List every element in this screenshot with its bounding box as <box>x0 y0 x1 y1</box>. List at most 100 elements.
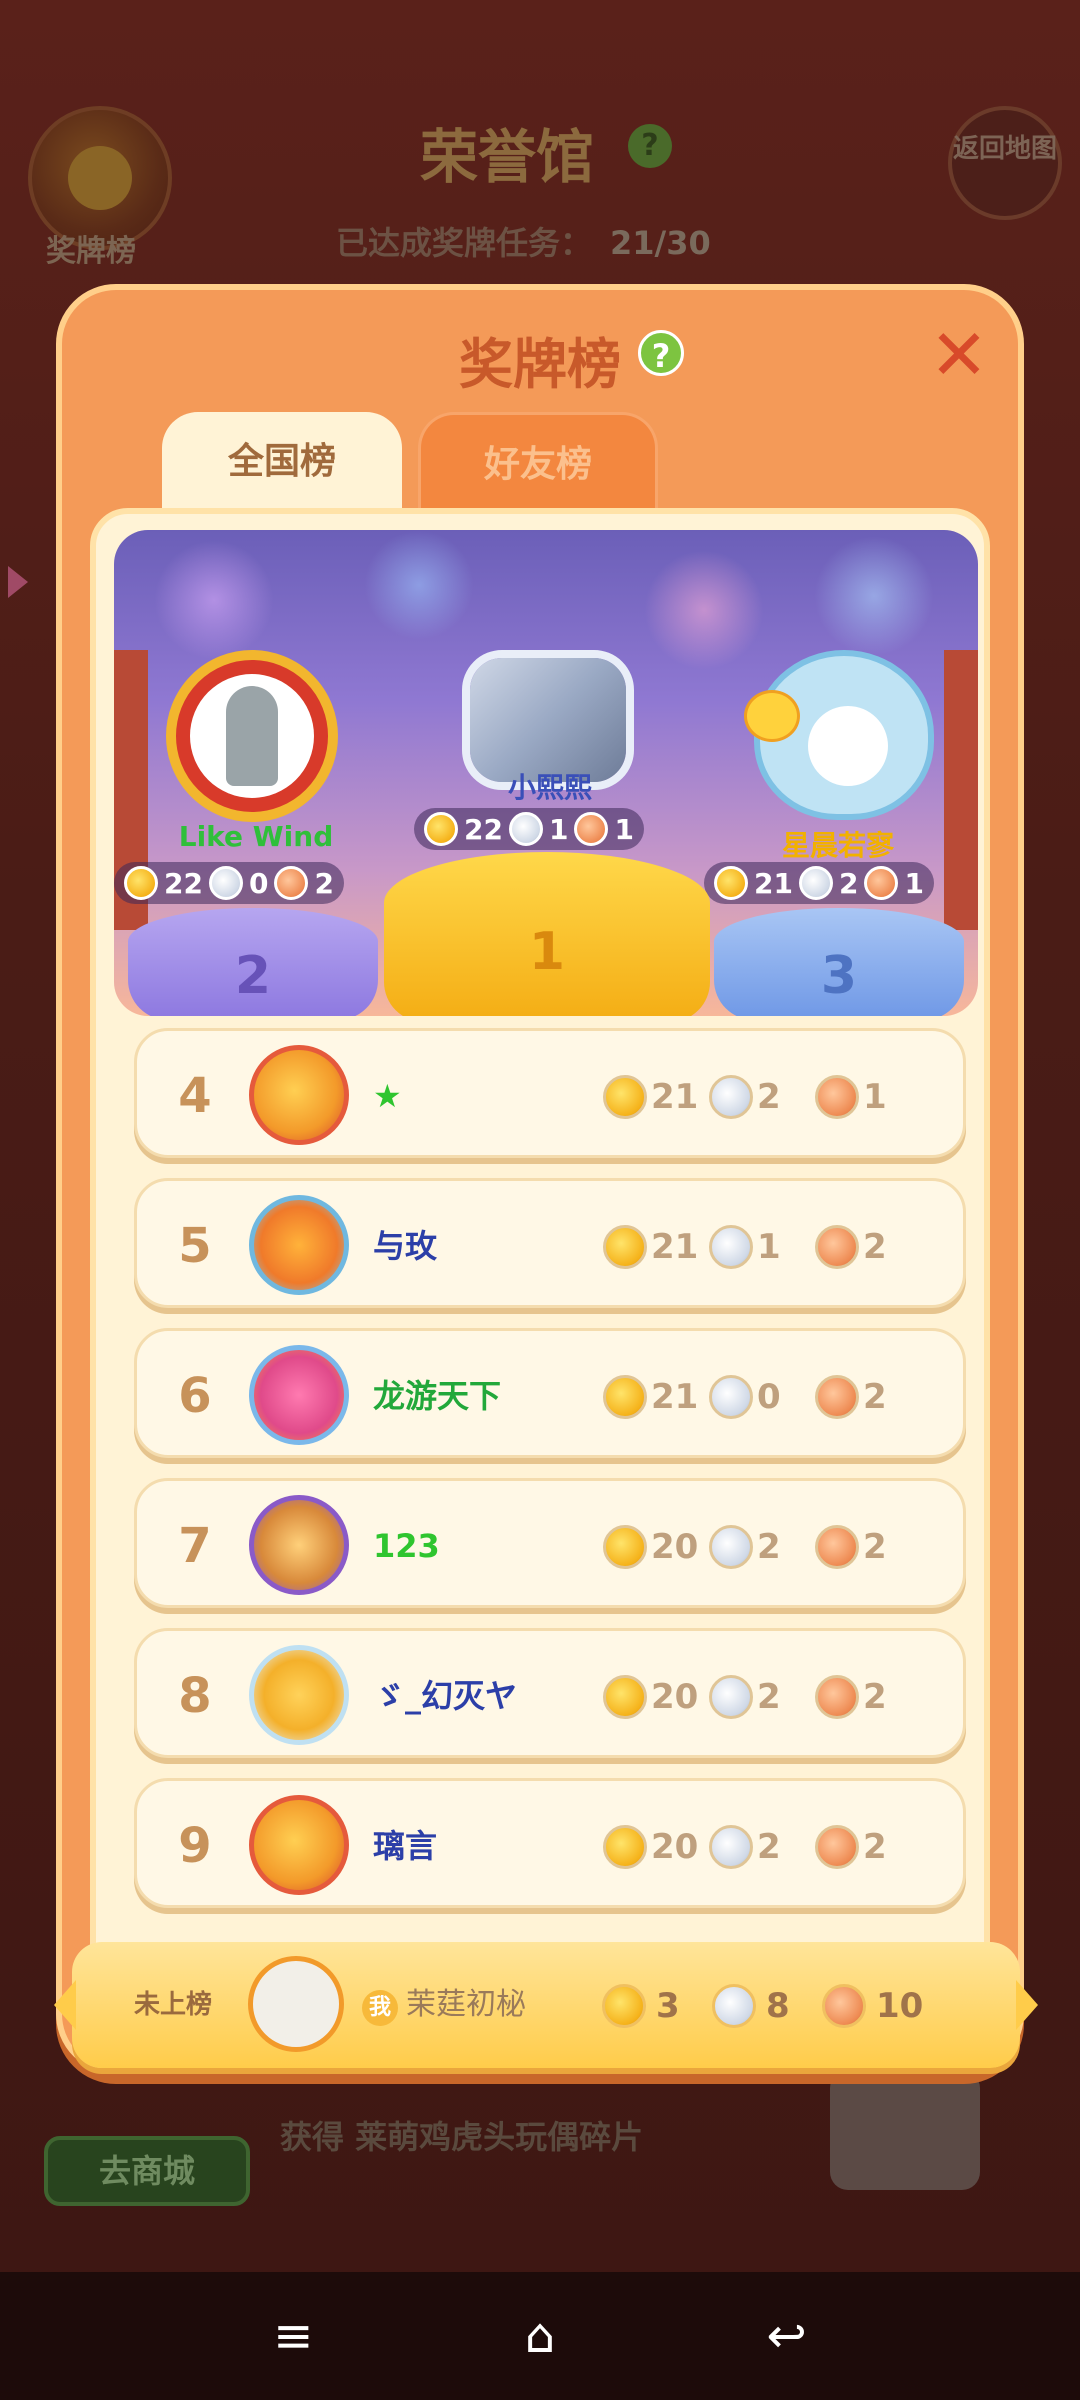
go-shop-button[interactable]: 去商城 <box>44 2136 250 2206</box>
firework-decoration <box>644 550 764 670</box>
player-medals: 20 2 2 <box>603 1525 921 1569</box>
close-icon[interactable]: ✕ <box>924 320 994 390</box>
bronze-medal-icon <box>864 866 899 900</box>
silver-count: 2 <box>757 1827 781 1867</box>
medal-leaderboard-dialog: 奖牌榜 ? ✕ 全国榜 好友榜 小熙熙 22 1 1 Like Wind 22 … <box>54 284 1038 2074</box>
firework-decoration <box>364 530 474 640</box>
silver-count: 8 <box>766 1986 790 2026</box>
gold-count: 21 <box>651 1377 699 1417</box>
gold-medal-icon <box>603 1675 647 1719</box>
avatar-face <box>808 706 888 786</box>
table-row[interactable]: 5 与玫 21 1 2 <box>134 1178 966 1308</box>
bronze-count: 2 <box>863 1527 887 1567</box>
podium-stand-3: 3 <box>714 908 964 1016</box>
silver-count: 2 <box>757 1677 781 1717</box>
player-name: 璃言 <box>373 1827 438 1865</box>
menu-icon[interactable]: ≡ <box>253 2306 333 2366</box>
home-icon[interactable]: ⌂ <box>500 2306 580 2366</box>
table-row[interactable]: 8 ゞ_幻灭ヤ 20 2 2 <box>134 1628 966 1758</box>
rank-number: 6 <box>178 1368 212 1424</box>
silver-count: 1 <box>548 812 569 846</box>
bronze-count: 1 <box>614 812 634 846</box>
bronze-count: 2 <box>863 1227 887 1267</box>
my-medals: 3 8 10 <box>602 1984 932 2028</box>
player-avatar[interactable] <box>249 1495 349 1595</box>
second-place-avatar[interactable] <box>166 650 338 822</box>
progress-value: 21/30 <box>610 224 711 262</box>
silver-medal-icon <box>709 1225 753 1269</box>
rank-number: 5 <box>178 1218 212 1274</box>
player-avatar[interactable] <box>249 1645 349 1745</box>
gold-count: 22 <box>164 866 203 900</box>
player-medals: 21 2 1 <box>603 1075 921 1119</box>
silver-medal-icon <box>709 1825 753 1869</box>
bronze-medal-icon <box>574 812 609 846</box>
my-name: 茉莛初柲 <box>406 1987 526 2022</box>
silver-medal-icon <box>798 866 833 900</box>
tab-national[interactable]: 全国榜 <box>162 412 402 512</box>
firework-decoration <box>154 540 274 660</box>
silver-medal-icon <box>709 1525 753 1569</box>
table-row[interactable]: 7 123 20 2 2 <box>134 1478 966 1608</box>
gold-count: 21 <box>651 1227 699 1267</box>
rank-number: 8 <box>178 1668 212 1724</box>
medal-task-progress: 已达成奖牌任务： 21/30 <box>336 218 711 264</box>
hall-help-icon[interactable]: ? <box>628 124 672 168</box>
gold-medal-icon <box>124 866 158 900</box>
second-place-medals: 22 0 2 <box>114 862 344 904</box>
silver-count: 0 <box>248 866 269 900</box>
second-place-name: Like Wind <box>178 820 334 853</box>
gold-count: 20 <box>651 1677 699 1717</box>
first-place-name: 小熙熙 <box>507 771 592 804</box>
silver-medal-icon <box>709 1375 753 1419</box>
bronze-count: 1 <box>904 866 924 900</box>
progress-label: 已达成奖牌任务： <box>336 224 593 262</box>
system-navigation-bar: ≡ ⌂ ↩ <box>0 2272 1080 2400</box>
firework-decoration <box>814 536 934 656</box>
player-name: ★ <box>373 1077 402 1115</box>
silver-medal-icon <box>208 866 243 900</box>
me-badge: 我 <box>362 1990 398 2026</box>
tab-friends[interactable]: 好友榜 <box>418 412 658 512</box>
silver-count: 1 <box>757 1227 781 1267</box>
bronze-medal-icon <box>815 1525 859 1569</box>
gold-medal-icon <box>714 866 748 900</box>
leaderboard-panel: 小熙熙 22 1 1 Like Wind 22 0 2 星晨若寥 21 2 1 … <box>54 508 1038 2068</box>
bronze-medal-icon <box>815 1675 859 1719</box>
bronze-count: 10 <box>876 1986 924 2026</box>
table-row[interactable]: 6 龙游天下 21 0 2 <box>134 1328 966 1458</box>
gold-medal-icon <box>603 1075 647 1119</box>
rank-list[interactable]: 4 ★ 21 2 1 5 与玫 21 1 2 6 龙游天下 21 0 2 7 1… <box>134 1028 966 1908</box>
player-avatar[interactable] <box>249 1345 349 1445</box>
table-row[interactable]: 9 璃言 20 2 2 <box>134 1778 966 1908</box>
help-icon[interactable]: ? <box>638 330 684 376</box>
back-icon[interactable]: ↩ <box>747 2306 827 2366</box>
dialog-title: 奖牌榜 <box>62 320 1018 399</box>
podium-stand-2: 2 <box>128 908 378 1016</box>
puzzle-piece-icon <box>830 2070 980 2190</box>
gold-count: 22 <box>464 812 503 846</box>
left-arrow-icon[interactable] <box>8 566 28 598</box>
bronze-count: 1 <box>863 1077 887 1117</box>
reward-text: 获得 莱萌鸡虎头玩偶碎片 <box>280 2118 644 2156</box>
player-avatar[interactable] <box>249 1195 349 1295</box>
gold-medal-icon <box>603 1525 647 1569</box>
pillar-right <box>944 650 978 930</box>
silver-count: 2 <box>757 1527 781 1567</box>
first-place-medals: 22 1 1 <box>414 808 644 850</box>
bronze-medal-icon <box>822 1984 866 2028</box>
table-row[interactable]: 4 ★ 21 2 1 <box>134 1028 966 1158</box>
player-avatar[interactable] <box>249 1795 349 1895</box>
avatar-photo <box>470 658 626 782</box>
gold-medal-icon <box>602 1984 646 2028</box>
bronze-medal-icon <box>815 1075 859 1119</box>
bronze-count: 2 <box>863 1827 887 1867</box>
player-name: 123 <box>373 1527 440 1565</box>
player-avatar[interactable] <box>249 1045 349 1145</box>
bronze-medal-icon <box>274 866 309 900</box>
my-avatar[interactable] <box>248 1956 344 2052</box>
my-rank-bar[interactable]: 未上榜 我 茉莛初柲 3 8 10 <box>54 1942 1038 2068</box>
player-medals: 20 2 2 <box>603 1675 921 1719</box>
back-to-map-button[interactable]: 返回地图 <box>948 106 1062 220</box>
player-name: 龙游天下 <box>373 1377 502 1415</box>
